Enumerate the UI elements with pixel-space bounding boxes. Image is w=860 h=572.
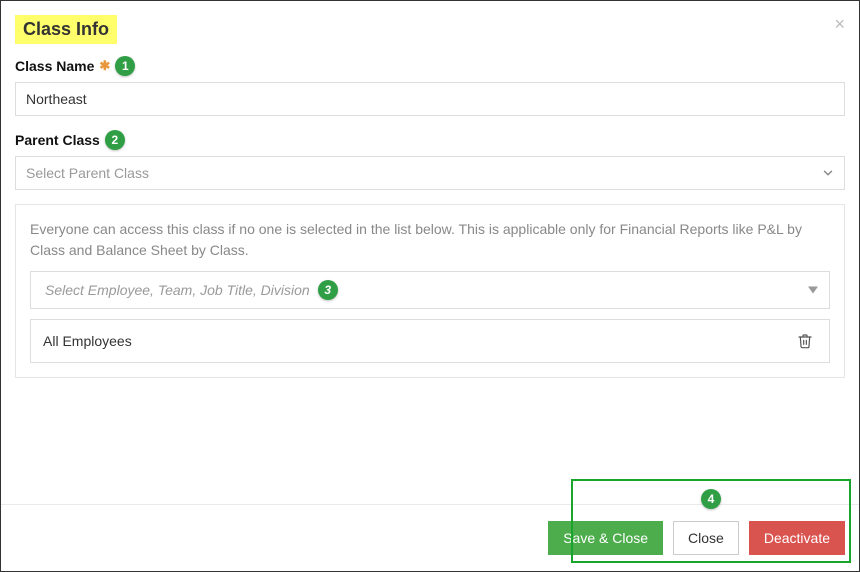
- employee-select[interactable]: Select Employee, Team, Job Title, Divisi…: [30, 271, 830, 309]
- close-icon[interactable]: ×: [834, 15, 845, 33]
- class-name-field-group: Class Name ✱ 1: [15, 56, 845, 116]
- employee-select-display: Select Employee, Team, Job Title, Divisi…: [30, 271, 830, 309]
- step-badge-3: 3: [318, 280, 338, 300]
- modal-footer: Save & Close Close Deactivate: [1, 504, 859, 571]
- triangle-down-icon: [808, 287, 818, 294]
- close-button[interactable]: Close: [673, 521, 739, 555]
- modal-header: Class Info ×: [1, 1, 859, 56]
- access-list-row: All Employees: [30, 319, 830, 363]
- employee-select-placeholder: Select Employee, Team, Job Title, Divisi…: [45, 282, 310, 298]
- parent-class-label: Parent Class 2: [15, 130, 845, 150]
- delete-row-button[interactable]: [793, 330, 817, 352]
- save-and-close-button[interactable]: Save & Close: [548, 521, 663, 555]
- class-name-label-text: Class Name: [15, 58, 94, 74]
- step-badge-1: 1: [115, 56, 135, 76]
- access-panel: Everyone can access this class if no one…: [15, 204, 845, 378]
- required-asterisk-icon: ✱: [99, 58, 110, 74]
- class-name-label: Class Name ✱ 1: [15, 56, 845, 76]
- access-help-text: Everyone can access this class if no one…: [30, 219, 830, 261]
- access-list-row-label: All Employees: [43, 333, 132, 349]
- parent-class-placeholder: Select Parent Class: [26, 165, 149, 181]
- class-name-input[interactable]: [15, 82, 845, 116]
- parent-class-select[interactable]: Select Parent Class: [15, 156, 845, 190]
- parent-class-field-group: Parent Class 2 Select Parent Class: [15, 130, 845, 190]
- step-badge-2: 2: [105, 130, 125, 150]
- parent-class-select-display: Select Parent Class: [15, 156, 845, 190]
- parent-class-label-text: Parent Class: [15, 132, 100, 148]
- trash-icon: [797, 332, 813, 350]
- deactivate-button[interactable]: Deactivate: [749, 521, 845, 555]
- modal-title: Class Info: [15, 15, 117, 44]
- class-info-modal: Class Info × Class Name ✱ 1 Parent Class…: [0, 0, 860, 572]
- modal-body: Class Name ✱ 1 Parent Class 2 Select Par…: [1, 56, 859, 504]
- chevron-down-icon: [821, 166, 835, 180]
